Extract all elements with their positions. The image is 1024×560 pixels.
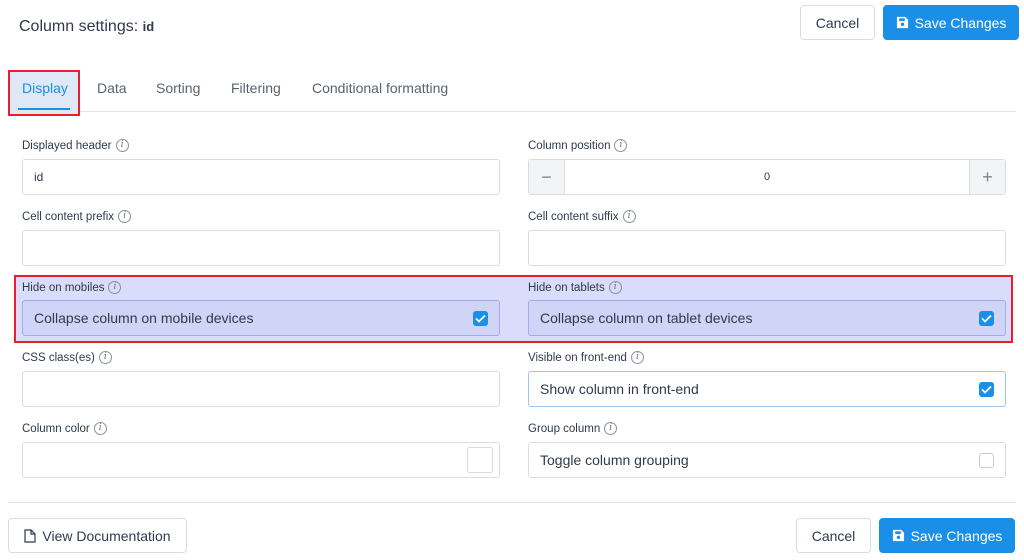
input-value: id (34, 170, 44, 184)
info-icon[interactable]: i (98, 351, 112, 364)
save-icon (896, 16, 909, 29)
hide-tablets-toggle[interactable]: Collapse column on tablet devices (528, 300, 1006, 336)
hide-tablets-label: Hide on tablets i (528, 281, 622, 294)
option-text: Show column in front-end (540, 381, 699, 397)
cell-prefix-label: Cell content prefix i (22, 210, 132, 223)
info-icon[interactable]: i (118, 210, 132, 223)
info-icon[interactable]: i (604, 422, 618, 435)
cancel-label: Cancel (811, 527, 856, 544)
column-name: id (142, 19, 155, 34)
column-color-label: Column color i (22, 422, 107, 435)
group-column-toggle[interactable]: Toggle column grouping (528, 442, 1006, 478)
cell-suffix-label: Cell content suffix i (528, 210, 636, 223)
checkbox-checked-icon[interactable] (979, 310, 994, 326)
cancel-label: Cancel (815, 14, 860, 31)
cell-suffix-input[interactable] (528, 230, 1006, 266)
decrement-button[interactable]: − (529, 160, 565, 194)
label-text: Cell content suffix (528, 210, 619, 223)
save-changes-button-bottom[interactable]: Save Changes (879, 518, 1015, 553)
displayed-header-input[interactable]: id (22, 159, 500, 195)
tab-data[interactable]: Data (97, 70, 127, 112)
footer-divider (8, 502, 1016, 503)
plus-icon: + (982, 166, 993, 187)
label-text: Hide on mobiles (22, 281, 105, 294)
info-icon[interactable]: i (93, 422, 107, 435)
increment-button[interactable]: + (969, 160, 1005, 194)
save-label: Save Changes (910, 527, 1003, 544)
info-icon[interactable]: i (115, 139, 129, 152)
option-text: Collapse column on mobile devices (34, 310, 254, 326)
info-icon[interactable]: i (622, 210, 636, 223)
option-text: Collapse column on tablet devices (540, 310, 753, 326)
label-text: Column position (528, 139, 611, 152)
minus-icon: − (541, 166, 552, 187)
visible-frontend-toggle[interactable]: Show column in front-end (528, 371, 1006, 407)
css-classes-input[interactable] (22, 371, 500, 407)
label-text: Hide on tablets (528, 281, 605, 294)
column-position-stepper: − 0 + (528, 159, 1006, 195)
tab-label: Data (97, 80, 127, 96)
column-position-label: Column position i (528, 139, 628, 152)
group-column-label: Group column i (528, 422, 618, 435)
visible-frontend-label: Visible on front-end i (528, 351, 644, 364)
label-text: Cell content prefix (22, 210, 115, 223)
tab-label: Filtering (231, 80, 281, 96)
tab-label: Sorting (156, 80, 201, 96)
column-color-input[interactable] (22, 442, 500, 478)
label-text: Displayed header (22, 139, 112, 152)
tab-label: Conditional formatting (312, 80, 449, 96)
view-documentation-button[interactable]: View Documentation (8, 518, 187, 553)
tab-filtering[interactable]: Filtering (231, 70, 281, 112)
save-label: Save Changes (914, 14, 1007, 31)
cancel-button-bottom[interactable]: Cancel (796, 518, 871, 553)
info-icon[interactable]: i (608, 281, 622, 294)
save-icon (892, 529, 905, 542)
hide-mobiles-label: Hide on mobiles i (22, 281, 122, 294)
displayed-header-label: Displayed header i (22, 139, 129, 152)
checkbox-checked-icon[interactable] (979, 381, 994, 397)
info-icon[interactable]: i (630, 351, 644, 364)
tab-display[interactable]: Display (22, 70, 68, 112)
info-icon[interactable]: i (614, 139, 628, 152)
tab-conditional-formatting[interactable]: Conditional formatting (312, 70, 448, 112)
cancel-button-top[interactable]: Cancel (800, 5, 875, 40)
info-icon[interactable]: i (108, 281, 122, 294)
cell-prefix-input[interactable] (22, 230, 500, 266)
column-position-input[interactable]: 0 (565, 160, 969, 194)
checkbox-unchecked-icon[interactable] (979, 452, 994, 468)
settings-tabs: Display Data Sorting Filtering Condition… (8, 70, 1016, 116)
document-icon (24, 528, 37, 543)
color-picker-swatch[interactable] (467, 447, 493, 473)
label-text: CSS class(es) (22, 351, 95, 364)
tab-sorting[interactable]: Sorting (156, 70, 200, 112)
label-text: Visible on front-end (528, 351, 627, 364)
tab-label: Display (22, 80, 68, 96)
label-text: Group column (528, 422, 601, 435)
save-changes-button-top[interactable]: Save Changes (883, 5, 1019, 40)
label-text: Column color (22, 422, 90, 435)
page-title-prefix: Column settings: (19, 18, 139, 35)
input-value: 0 (763, 171, 771, 183)
page-title: Column settings: id (19, 18, 154, 36)
hide-mobiles-toggle[interactable]: Collapse column on mobile devices (22, 300, 500, 336)
docs-label: View Documentation (42, 527, 171, 544)
css-classes-label: CSS class(es) i (22, 351, 112, 364)
option-text: Toggle column grouping (540, 452, 689, 468)
checkbox-checked-icon[interactable] (473, 310, 488, 326)
